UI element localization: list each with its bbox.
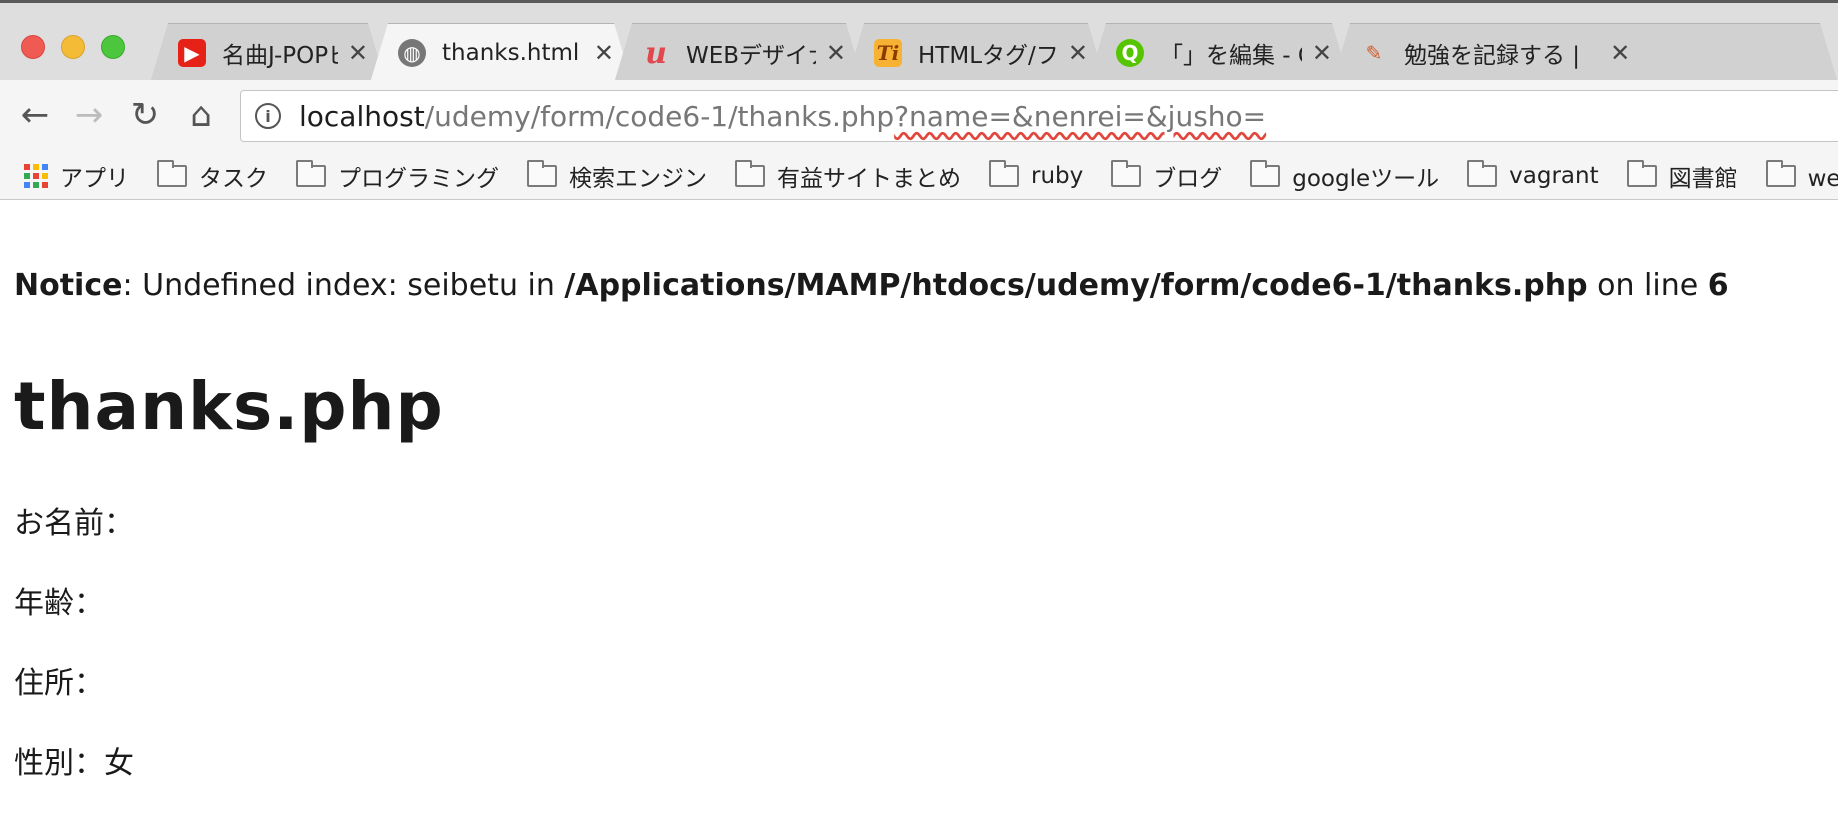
window-maximize-button[interactable] <box>101 35 125 59</box>
forward-arrow-icon[interactable]: → <box>66 92 112 138</box>
bookmark-folder[interactable]: web便利 <box>1765 159 1838 193</box>
folder-icon <box>989 159 1019 187</box>
bookmark-label: アプリ <box>60 165 129 192</box>
youtube-icon: ▶ <box>178 39 206 67</box>
tab-label: 名曲J-POPピア <box>222 43 338 69</box>
bookmark-label: 検索エンジン <box>569 165 707 192</box>
tab-close-icon[interactable]: ✕ <box>1312 39 1332 67</box>
address-bar[interactable]: i localhost/udemy/form/code6-1/thanks.ph… <box>240 90 1838 142</box>
url-query: ?name=&nenrei=&jusho= <box>894 99 1267 133</box>
bookmark-label: ruby <box>1031 162 1084 189</box>
study-icon: ✎ <box>1365 41 1383 65</box>
folder-icon <box>296 159 326 187</box>
tab-youtube[interactable]: ▶ 名曲J-POPピア ✕ <box>150 23 386 83</box>
bookmark-label: ブログ <box>1153 165 1223 192</box>
tab-study-record[interactable]: ✎ 勉強を記録する | ✕ <box>1332 23 1838 83</box>
field-value: 女 <box>104 746 134 781</box>
bookmark-folder[interactable]: 検索エンジン <box>527 159 707 193</box>
tab-qiita[interactable]: Q 「」を編集 - Qiit ✕ <box>1088 23 1350 83</box>
bookmarks-bar: アプリ タスク プログラミング 検索エンジン 有益サイトまとめ ruby ブログ… <box>0 152 1838 200</box>
bookmark-apps[interactable]: アプリ <box>24 159 129 193</box>
bookmark-label: タスク <box>199 165 268 192</box>
window-minimize-button[interactable] <box>61 35 85 59</box>
home-icon[interactable]: ⌂ <box>178 92 224 138</box>
globe-icon: ◍ <box>398 39 426 67</box>
tab-label: 「」を編集 - Qiit <box>1160 43 1302 69</box>
window-close-button[interactable] <box>21 35 45 59</box>
notice-on-line: on line <box>1587 268 1708 303</box>
tab-thanks-html[interactable]: ◍ thanks.html ✕ <box>370 23 632 83</box>
ti-icon: Ti <box>874 39 902 67</box>
qiita-icon: Q <box>1116 39 1144 67</box>
field-address: 住所： <box>14 658 104 702</box>
tab-close-icon[interactable]: ✕ <box>826 39 846 67</box>
field-name: お名前： <box>14 498 134 542</box>
tab-strip: ▶ 名曲J-POPピア ✕ ◍ thanks.html ✕ u WEBデザイナー… <box>0 0 1838 80</box>
folder-icon <box>1467 159 1498 187</box>
back-arrow-icon[interactable]: ← <box>12 92 58 138</box>
tab-close-icon[interactable]: ✕ <box>348 39 368 67</box>
bookmark-label: vagrant <box>1509 162 1599 189</box>
bookmark-folder[interactable]: googleツール <box>1250 159 1439 193</box>
notice-path: /Applications/MAMP/htdocs/udemy/form/cod… <box>564 268 1588 303</box>
tab-udemy[interactable]: u WEBデザイナー ✕ <box>614 23 864 83</box>
url-path: /udemy/form/code6-1/thanks.php <box>424 99 895 133</box>
toolbar: ← → ↻ ⌂ i localhost/udemy/form/code6-1/t… <box>0 80 1838 152</box>
bookmark-label: googleツール <box>1292 165 1440 192</box>
folder-icon <box>735 159 765 187</box>
php-notice: Notice: Undefined index: seibetu in /App… <box>14 268 1729 303</box>
bookmark-label: プログラミング <box>338 165 499 192</box>
bookmark-folder[interactable]: 図書館 <box>1626 159 1738 193</box>
tab-html-tags[interactable]: Ti HTMLタグ/フォ ✕ <box>846 23 1106 83</box>
reload-icon[interactable]: ↻ <box>122 92 168 138</box>
field-label: お名前： <box>14 506 134 541</box>
info-icon[interactable]: i <box>255 103 281 129</box>
apps-grid-icon <box>24 163 48 188</box>
field-gender: 性別：女 <box>14 738 134 782</box>
tab-label: 勉強を記録する | <box>1404 43 1581 69</box>
bookmark-label: 有益サイトまとめ <box>777 165 961 192</box>
tab-close-icon[interactable]: ✕ <box>1610 39 1630 67</box>
folder-icon <box>1250 159 1281 187</box>
field-label: 住所： <box>14 666 104 701</box>
page-title: thanks.php <box>14 368 444 445</box>
tab-close-icon[interactable]: ✕ <box>594 39 614 67</box>
tab-label: WEBデザイナー <box>686 43 816 69</box>
bookmark-folder[interactable]: プログラミング <box>296 159 499 193</box>
bookmark-label: 図書館 <box>1668 165 1738 192</box>
bookmark-folder[interactable]: ruby <box>989 159 1084 189</box>
field-label: 性別： <box>14 746 104 781</box>
notice-label: Notice <box>14 268 123 303</box>
url-host: localhost <box>299 99 425 133</box>
folder-icon <box>1765 159 1796 187</box>
tab-label: thanks.html <box>442 40 580 66</box>
tab-close-icon[interactable]: ✕ <box>1068 39 1088 67</box>
bookmark-folder[interactable]: vagrant <box>1467 159 1599 189</box>
field-label: 年齢： <box>14 586 104 621</box>
field-age: 年齢： <box>14 578 104 622</box>
folder-icon <box>157 159 187 187</box>
browser-chrome: ▶ 名曲J-POPピア ✕ ◍ thanks.html ✕ u WEBデザイナー… <box>0 0 1838 200</box>
folder-icon <box>1626 159 1657 187</box>
notice-message: : Undefined index: seibetu in <box>122 268 565 303</box>
bookmark-label: web便利 <box>1807 165 1838 192</box>
folder-icon <box>527 159 557 187</box>
bookmark-folder[interactable]: 有益サイトまとめ <box>735 159 961 193</box>
bookmark-folder[interactable]: タスク <box>157 159 268 193</box>
bookmark-folder[interactable]: ブログ <box>1111 159 1222 193</box>
notice-line-number: 6 <box>1707 268 1729 303</box>
udemy-icon: u <box>645 35 667 71</box>
folder-icon <box>1111 159 1142 187</box>
tab-label: HTMLタグ/フォ <box>918 43 1058 69</box>
